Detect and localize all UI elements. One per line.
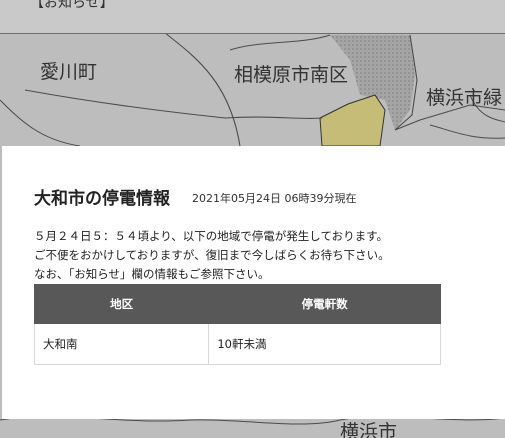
outage-panel: 大和市の停電情報 2021年05月24日 06時39分現在 ５月２４日５：５４頃… <box>2 146 505 419</box>
panel-title: 大和市の停電情報 <box>34 189 170 209</box>
cell-count: 10軒未満 <box>208 323 441 365</box>
outage-table: 地区 停電軒数 大和南 10軒未満 <box>33 284 441 365</box>
message-line-1: ５月２４日５：５４頃より、以下の地域で停電が発生しております。 <box>34 229 388 243</box>
column-header-area: 地区 <box>33 284 210 324</box>
map-label-yokohama: 横浜市緑 <box>426 87 502 109</box>
column-header-count: 停電軒数 <box>208 284 441 324</box>
map-label-bottom: 横浜市 <box>340 421 397 438</box>
cell-area: 大和南 <box>33 323 210 365</box>
map-label-sagamihara: 相模原市南区 <box>234 64 348 86</box>
table-row: 大和南 10軒未満 <box>33 323 441 365</box>
panel-timestamp: 2021年05月24日 06時39分現在 <box>192 192 357 205</box>
notice-bar: 【お知らせ】 <box>0 0 505 34</box>
notice-label: 【お知らせ】 <box>30 0 114 11</box>
message-line-2: ご不便をおかけしておりますが、復旧まで今しばらくお待ち下さい。 <box>34 248 390 262</box>
map-label-aikawa: 愛川町 <box>40 61 97 83</box>
message-line-3: なお、「お知らせ」欄の情報もご参照下さい。 <box>34 267 270 281</box>
table-header-row: 地区 停電軒数 <box>33 284 441 324</box>
